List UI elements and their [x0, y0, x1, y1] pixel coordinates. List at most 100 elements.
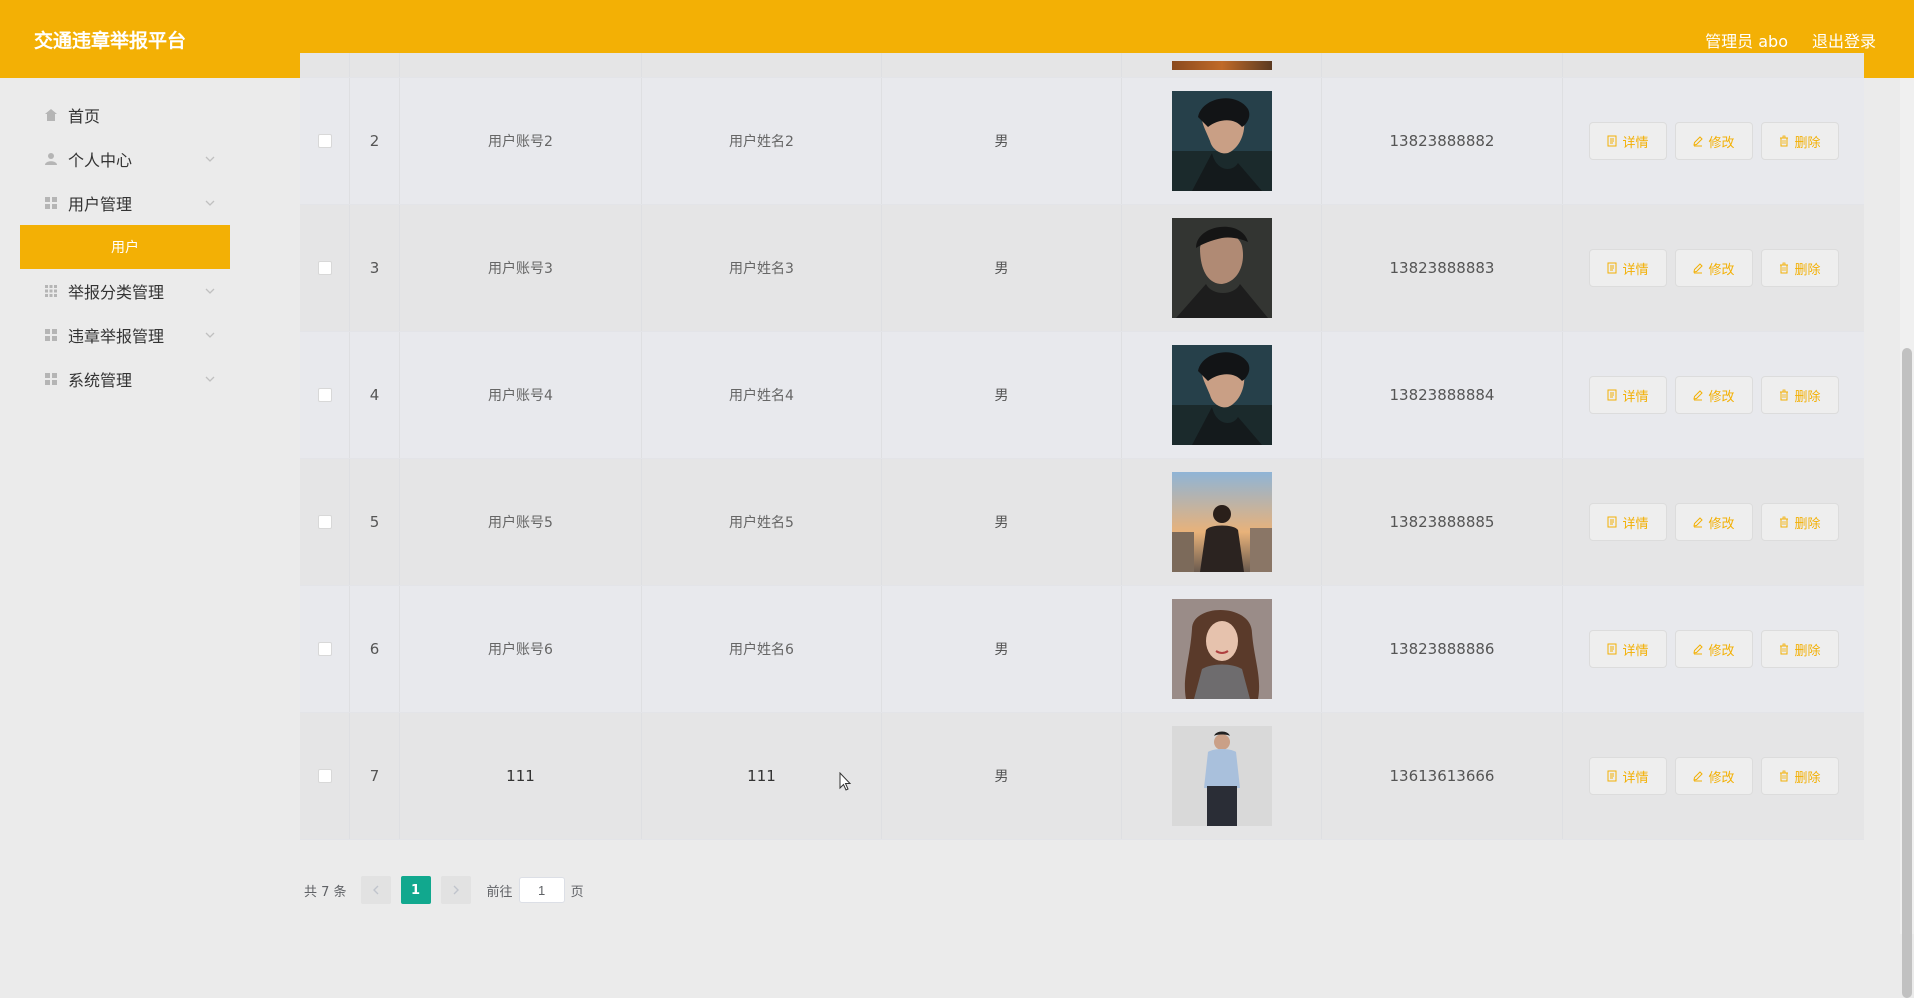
row-actions: 详情 修改 删除 — [1563, 205, 1864, 331]
document-icon — [1607, 770, 1617, 782]
row-checkbox[interactable] — [317, 769, 332, 783]
grid-icon — [44, 284, 58, 298]
avatar-image — [1171, 472, 1272, 572]
sidebar-item-violation-report[interactable]: 违章举报管理 — [20, 313, 230, 357]
detail-button[interactable]: 详情 — [1588, 630, 1667, 668]
detail-button[interactable]: 详情 — [1588, 122, 1667, 160]
sidebar-item-profile[interactable]: 个人中心 — [20, 137, 230, 181]
user-photo-cell — [1122, 586, 1322, 712]
table-row: 5 用户账号5 用户姓名5 男 13823888885 详情 修改 删除 — [300, 459, 1864, 586]
delete-button[interactable]: 删除 — [1760, 376, 1839, 414]
goto-page-input[interactable] — [518, 877, 565, 903]
edit-button[interactable]: 修改 — [1674, 249, 1753, 287]
row-index: 6 — [350, 586, 400, 712]
user-name: 用户姓名5 — [642, 459, 882, 585]
row-select-cell — [300, 78, 350, 204]
page-number-current[interactable]: 1 — [400, 876, 431, 904]
edit-button[interactable]: 修改 — [1674, 503, 1753, 541]
row-select-cell — [300, 205, 350, 331]
detail-button[interactable]: 详情 — [1588, 249, 1667, 287]
trash-icon — [1780, 516, 1789, 528]
edit-button-label: 修改 — [1708, 262, 1735, 278]
row-select-cell — [300, 586, 350, 712]
user-photo-cell — [1122, 713, 1322, 839]
row-actions: 详情 修改 删除 — [1563, 78, 1864, 204]
table-row: 3 用户账号3 用户姓名3 男 13823888883 详情 修改 删除 — [300, 205, 1864, 332]
user-name: 用户姓名3 — [642, 205, 882, 331]
row-select-cell — [300, 713, 350, 839]
user-photo-cell — [1122, 78, 1322, 204]
admin-user-label[interactable]: 管理员 abo — [1705, 28, 1788, 52]
detail-button[interactable]: 详情 — [1588, 376, 1667, 414]
user-sex: 男 — [882, 586, 1122, 712]
sidebar-item-system[interactable]: 系统管理 — [20, 357, 230, 401]
delete-button[interactable]: 删除 — [1760, 503, 1839, 541]
sidebar-subitem-label: 用户 — [111, 240, 139, 256]
scrollbar-thumb[interactable] — [1902, 348, 1912, 998]
edit-button[interactable]: 修改 — [1674, 757, 1753, 795]
table-row: 7 111 111 男 13613613666 详情 修改 删除 — [300, 713, 1864, 840]
sidebar-item-label: 首页 — [68, 107, 101, 126]
row-select-cell — [300, 332, 350, 458]
user-sex: 男 — [882, 332, 1122, 458]
trash-icon — [1780, 643, 1789, 655]
avatar-image — [1171, 218, 1272, 318]
pencil-icon — [1693, 136, 1704, 147]
grid-icon — [44, 372, 58, 386]
edit-button-label: 修改 — [1708, 516, 1735, 532]
user-account: 用户账号5 — [400, 459, 642, 585]
top-right-actions: 管理员 abo 退出登录 — [1705, 28, 1876, 52]
row-checkbox[interactable] — [317, 388, 332, 402]
detail-button-label: 详情 — [1622, 770, 1649, 786]
user-phone: 13613613666 — [1322, 713, 1563, 839]
edit-button[interactable]: 修改 — [1674, 376, 1753, 414]
row-actions: 详情 修改 删除 — [1563, 459, 1864, 585]
edit-button[interactable]: 修改 — [1674, 630, 1753, 668]
detail-button[interactable]: 详情 — [1588, 503, 1667, 541]
delete-button-label: 删除 — [1794, 516, 1821, 532]
mouse-cursor-icon — [839, 772, 852, 791]
document-icon — [1607, 643, 1617, 655]
trash-icon — [1780, 262, 1789, 274]
sidebar: 首页 个人中心 用户管理 用户 举报分类管理 违章举报管理 系统管理 — [0, 78, 260, 934]
pencil-icon — [1693, 263, 1704, 274]
app-title: 交通违章举报平台 — [34, 30, 187, 52]
row-actions: 详情 修改 删除 — [1563, 713, 1864, 839]
chevron-down-icon — [205, 200, 215, 206]
row-index: 3 — [350, 205, 400, 331]
document-icon — [1607, 262, 1617, 274]
sidebar-item-label: 违章举报管理 — [68, 327, 165, 346]
next-page-button[interactable] — [440, 876, 471, 904]
delete-button[interactable]: 删除 — [1760, 630, 1839, 668]
delete-button[interactable]: 删除 — [1760, 757, 1839, 795]
delete-button-label: 删除 — [1794, 262, 1821, 278]
sidebar-subitem-users[interactable]: 用户 — [20, 225, 230, 269]
vertical-scrollbar[interactable] — [1900, 78, 1914, 998]
pencil-icon — [1693, 644, 1704, 655]
logout-link[interactable]: 退出登录 — [1812, 28, 1876, 52]
edit-button-label: 修改 — [1708, 770, 1735, 786]
row-checkbox[interactable] — [317, 134, 332, 148]
prev-page-button[interactable] — [360, 876, 391, 904]
delete-button-label: 删除 — [1794, 135, 1821, 151]
sidebar-item-user-management[interactable]: 用户管理 — [20, 181, 230, 225]
row-checkbox[interactable] — [317, 642, 332, 656]
row-checkbox[interactable] — [317, 261, 332, 275]
user-account: 用户账号6 — [400, 586, 642, 712]
delete-button[interactable]: 删除 — [1760, 249, 1839, 287]
delete-button[interactable]: 删除 — [1760, 122, 1839, 160]
document-icon — [1607, 516, 1617, 528]
sidebar-item-report-category[interactable]: 举报分类管理 — [20, 269, 230, 313]
detail-button[interactable]: 详情 — [1588, 757, 1667, 795]
chevron-down-icon — [205, 288, 215, 294]
user-phone: 13823888886 — [1322, 586, 1563, 712]
avatar-image — [1171, 599, 1272, 699]
document-icon — [1607, 389, 1617, 401]
detail-button-label: 详情 — [1622, 643, 1649, 659]
sidebar-item-home[interactable]: 首页 — [20, 93, 230, 137]
user-account: 用户账号2 — [400, 78, 642, 204]
grid-icon — [44, 196, 58, 210]
edit-button[interactable]: 修改 — [1674, 122, 1753, 160]
row-checkbox[interactable] — [317, 515, 332, 529]
table-row-partial — [300, 53, 1864, 78]
